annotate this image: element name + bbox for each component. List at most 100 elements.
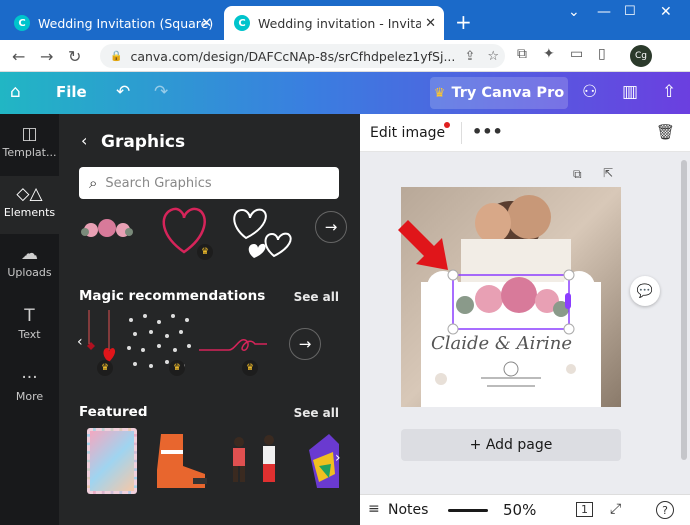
sidebar-icon[interactable]: ▯ <box>598 46 606 62</box>
scroll-right-button[interactable]: → <box>289 328 321 360</box>
side-rail: ◫ Templat... ◇△ Elements ☁ Uploads T Tex… <box>0 114 59 525</box>
puzzle-icon[interactable]: ✦ <box>543 46 555 62</box>
close-window-icon[interactable]: ✕ <box>660 4 672 20</box>
undo-icon[interactable]: ↶ <box>116 82 130 102</box>
rail-item-more[interactable]: ··· More <box>0 368 59 426</box>
bottom-bar: ≡ Notes 50% 1 ⤢ ? <box>360 494 690 525</box>
search-icon: ⌕ <box>89 174 98 192</box>
reload-icon[interactable]: ↻ <box>68 47 81 66</box>
zoom-level[interactable]: 50% <box>503 501 536 519</box>
more-options-icon[interactable]: ••• <box>472 122 503 141</box>
avatar[interactable]: Cg <box>630 45 652 67</box>
try-canva-pro-button[interactable]: ♛ Try Canva Pro <box>430 77 568 109</box>
forward-arrow-icon[interactable]: → <box>40 47 53 66</box>
redo-icon[interactable]: ↷ <box>154 82 168 102</box>
canva-favicon-icon: C <box>14 15 30 31</box>
back-chevron-icon[interactable]: ‹ <box>81 131 87 150</box>
notes-button[interactable]: Notes <box>388 502 428 518</box>
help-icon[interactable]: ? <box>656 501 674 519</box>
maximize-icon[interactable]: ☐ <box>624 4 636 19</box>
rail-label: Text <box>18 328 41 341</box>
edit-image-button[interactable]: Edit image <box>370 125 445 141</box>
hearts-graphic-icon <box>233 208 292 258</box>
try-pro-label: Try Canva Pro <box>451 85 565 101</box>
see-all-magic-link[interactable]: See all <box>294 290 339 304</box>
new-tab-icon[interactable]: + <box>455 10 472 34</box>
home-icon[interactable]: ⌂ <box>10 82 21 102</box>
browser-tab-2[interactable]: C Wedding invitation - Invitation ( ✕ <box>224 6 444 40</box>
boot-graphic-icon <box>157 434 207 488</box>
text-icon: T <box>24 306 35 326</box>
comment-plus-icon: 💬 <box>636 283 654 299</box>
insights-icon[interactable]: ▥ <box>622 82 638 102</box>
rail-item-elements[interactable]: ◇△ Elements <box>0 176 59 234</box>
crown-icon: ♛ <box>433 85 446 101</box>
share-icon[interactable]: ⇪ <box>464 49 475 64</box>
graphic-stamp[interactable] <box>87 428 137 494</box>
section-title-magic: Magic recommendations <box>79 288 266 304</box>
browser-tab-1[interactable]: C Wedding Invitation (Square) ✕ <box>4 6 220 40</box>
graphics-panel: ‹ Graphics ⌕ Search Graphics ♛ → Magic r… <box>59 114 360 525</box>
template-icon: ◫ <box>21 124 38 144</box>
browser-tab-strip: C Wedding Invitation (Square) ✕ C Weddin… <box>0 0 690 40</box>
divider <box>461 122 462 144</box>
fullscreen-icon[interactable]: ⤢ <box>610 501 621 517</box>
chevron-down-icon[interactable]: ⌄ <box>568 4 580 20</box>
notes-icon[interactable]: ≡ <box>368 501 380 517</box>
see-all-featured-link[interactable]: See all <box>294 406 339 420</box>
minimize-icon[interactable]: — <box>597 4 611 20</box>
heart-line-graphic-icon <box>199 339 267 351</box>
arrow-right-icon: → <box>298 335 312 353</box>
url-text: canva.com/design/DAFCcNAp-8s/srCfhdpelez… <box>130 48 456 64</box>
page-count-button[interactable]: 1 <box>576 502 593 517</box>
rail-label: More <box>15 390 44 403</box>
file-menu[interactable]: File <box>56 83 87 101</box>
crown-icon: ♛ <box>242 360 258 376</box>
graphic-dancing-people[interactable] <box>221 430 293 492</box>
add-page-button[interactable]: + Add page <box>401 429 621 461</box>
arrow-right-icon: → <box>324 218 338 236</box>
graphic-flowers[interactable] <box>77 210 137 250</box>
duplicate-page-icon[interactable]: ⧉ <box>573 167 582 182</box>
chevron-right-icon[interactable]: › <box>335 450 341 466</box>
search-input[interactable]: ⌕ Search Graphics <box>79 167 339 199</box>
close-tab-icon[interactable]: ✕ <box>201 16 212 31</box>
people-graphic-icon <box>233 435 275 482</box>
rail-item-templates[interactable]: ◫ Templat... <box>0 124 59 182</box>
sync-icon[interactable]: ▭ <box>570 46 583 62</box>
search-placeholder: Search Graphics <box>105 175 212 191</box>
extension-icon[interactable]: ⧉ <box>517 46 527 62</box>
url-input[interactable]: 🔒 canva.com/design/DAFCcNAp-8s/srCfhdpel… <box>100 44 505 68</box>
upload-share-icon[interactable]: ⇧ <box>662 82 676 102</box>
graphic-hearts-white[interactable] <box>224 202 296 262</box>
graphic-heart-line[interactable] <box>199 330 267 360</box>
share-people-icon[interactable]: ⚇ <box>582 82 597 102</box>
scroll-right-button[interactable]: → <box>315 211 347 243</box>
trash-icon[interactable]: 🗑 <box>656 123 675 141</box>
back-arrow-icon[interactable]: ← <box>12 47 25 66</box>
rail-label: Templat... <box>2 146 57 159</box>
section-title-featured: Featured <box>79 404 148 420</box>
add-page-top-icon[interactable]: ⇱ <box>603 166 613 180</box>
star-icon[interactable]: ☆ <box>487 49 499 64</box>
rail-item-uploads[interactable]: ☁ Uploads <box>0 244 59 302</box>
couple-names-text[interactable]: Claide & Airine <box>431 333 572 354</box>
add-comment-button[interactable]: 💬 <box>630 276 660 306</box>
chevron-left-icon[interactable]: ‹ <box>77 334 83 350</box>
rail-item-text[interactable]: T Text <box>0 306 59 364</box>
graphic-colorful-shape[interactable] <box>305 430 339 492</box>
graphic-cowboy-boot[interactable] <box>149 430 209 492</box>
rail-label: Uploads <box>7 266 52 279</box>
scrollbar[interactable] <box>681 160 687 460</box>
graphic-hanging-heart[interactable] <box>77 310 117 370</box>
crown-icon: ♛ <box>169 360 185 376</box>
more-icon: ··· <box>21 368 38 388</box>
close-tab-icon[interactable]: ✕ <box>421 15 436 31</box>
zoom-slider[interactable] <box>448 509 488 512</box>
edit-toolbar: Edit image ••• 🗑 <box>360 114 690 152</box>
tab-title: Wedding Invitation (Square) <box>38 15 214 31</box>
canva-favicon-icon: C <box>234 15 250 31</box>
hanging-heart-graphic-icon <box>87 310 116 362</box>
elements-icon: ◇△ <box>16 184 43 204</box>
address-bar-row: ← → ↻ 🔒 canva.com/design/DAFCcNAp-8s/srC… <box>0 40 690 103</box>
